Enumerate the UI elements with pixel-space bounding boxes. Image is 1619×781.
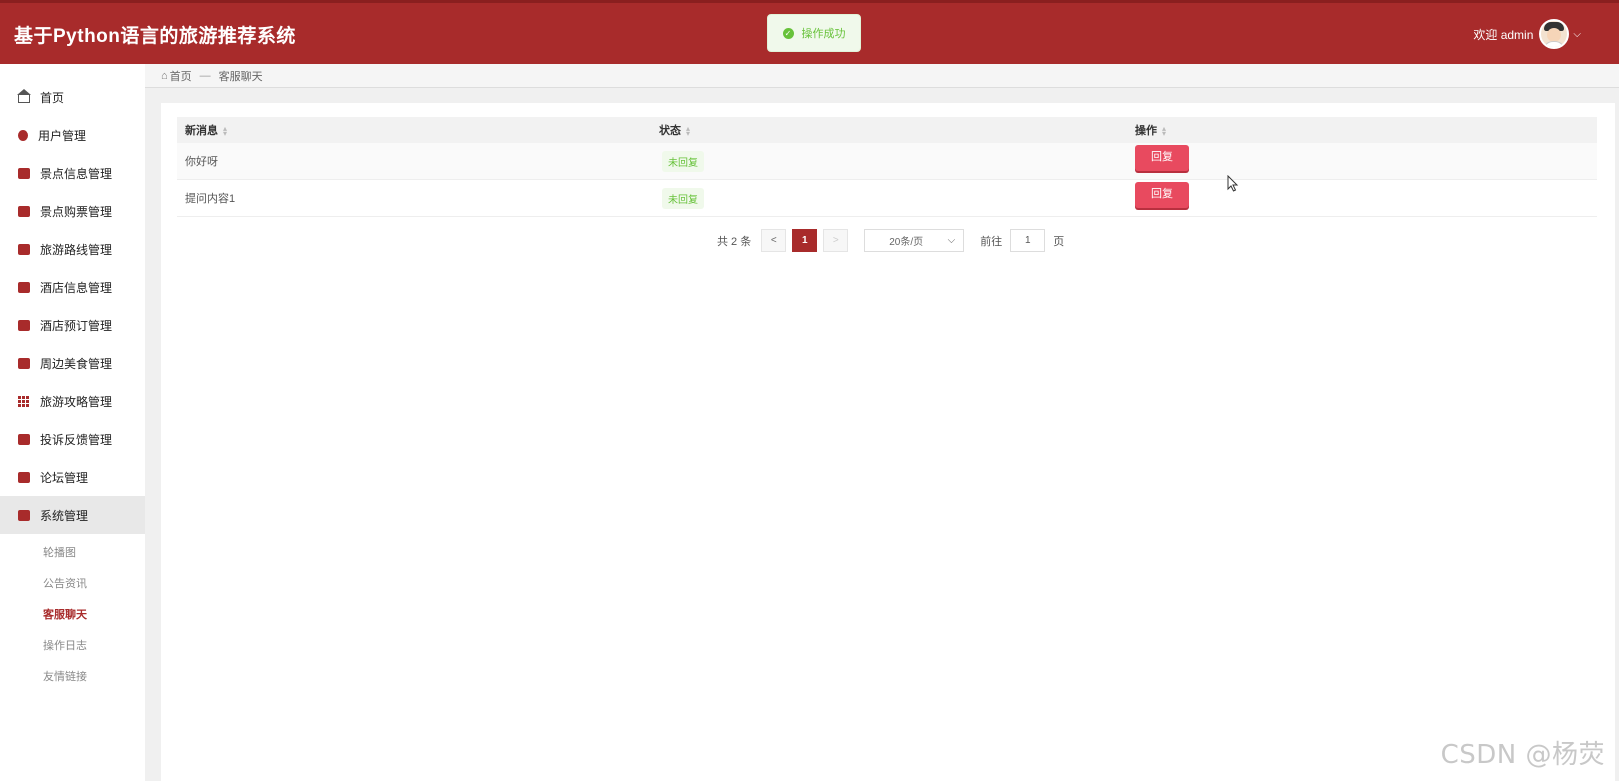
total-count: 共 2 条 bbox=[717, 235, 752, 248]
gift-icon bbox=[18, 243, 30, 255]
sidebar-item-food[interactable]: 周边美食管理 bbox=[0, 344, 145, 382]
list-icon bbox=[18, 319, 30, 331]
check-circle-icon: ✓ bbox=[782, 27, 794, 39]
submenu-item-links[interactable]: 友情链接 bbox=[0, 660, 145, 691]
app-title: 基于Python语言的旅游推荐系统 bbox=[14, 26, 296, 47]
submenu-item-logs[interactable]: 操作日志 bbox=[0, 629, 145, 660]
avatar[interactable] bbox=[1539, 19, 1570, 49]
sort-icon[interactable]: ▴ ▾ bbox=[1162, 125, 1166, 138]
sidebar-item-attractions[interactable]: 景点信息管理 bbox=[0, 154, 145, 192]
briefcase-icon bbox=[18, 471, 30, 483]
sort-icon[interactable]: ▴ ▾ bbox=[223, 125, 227, 138]
next-page-button[interactable]: > bbox=[823, 229, 849, 252]
sidebar-item-users[interactable]: 用户管理 bbox=[0, 116, 145, 154]
sidebar-item-tickets[interactable]: 景点购票管理 bbox=[0, 192, 145, 230]
watermark: CSDN @杨荧 bbox=[1440, 740, 1605, 770]
breadcrumb-current: 客服聊天 bbox=[218, 70, 263, 83]
pagination: 共 2 条 < 1 > 20条/页 ⌵ 前往 1 页 bbox=[717, 229, 1064, 252]
sort-icon[interactable]: ▴ ▾ bbox=[686, 125, 690, 138]
success-toast: ✓ 操作成功 bbox=[767, 14, 861, 52]
table-header: 新消息 ▴ ▾ 状态 ▴ ▾ 操作 ▴ ▾ bbox=[177, 117, 1597, 143]
table-row: 你好呀 未回复 回复 bbox=[177, 143, 1597, 180]
folder-icon bbox=[18, 167, 30, 179]
home-icon: ⌂ bbox=[161, 69, 168, 82]
sidebar-item-guides[interactable]: 旅游攻略管理 bbox=[0, 382, 145, 420]
sidebar-item-system[interactable]: 系统管理 bbox=[0, 496, 145, 534]
folder-icon bbox=[18, 357, 30, 369]
sidebar-item-feedback[interactable]: 投诉反馈管理 bbox=[0, 420, 145, 458]
action-cell: 回复 bbox=[1127, 182, 1189, 208]
prev-page-button[interactable]: < bbox=[761, 229, 787, 252]
chevron-down-icon[interactable]: ⌵ bbox=[1573, 29, 1581, 40]
goto-label: 前往 bbox=[980, 235, 1003, 248]
status-badge: 未回复 bbox=[662, 187, 704, 209]
briefcase-icon bbox=[18, 205, 30, 217]
welcome-text: 欢迎 admin bbox=[1473, 27, 1534, 42]
sidebar-item-home[interactable]: 首页 bbox=[0, 78, 145, 116]
breadcrumb: ⌂ 首页 — 客服聊天 bbox=[145, 64, 1619, 88]
breadcrumb-home[interactable]: 首页 bbox=[170, 68, 192, 84]
sidebar-item-hotels[interactable]: 酒店信息管理 bbox=[0, 268, 145, 306]
chevron-down-icon: ⌵ bbox=[947, 235, 956, 246]
grid-icon bbox=[18, 395, 30, 407]
submenu-item-carousel[interactable]: 轮播图 bbox=[0, 536, 145, 567]
sidebar: 首页 用户管理 景点信息管理 景点购票管理 旅游路线管理 酒店信息管理 酒店预订… bbox=[0, 64, 145, 781]
submenu-item-news[interactable]: 公告资讯 bbox=[0, 567, 145, 598]
column-header-status[interactable]: 状态 ▴ ▾ bbox=[652, 122, 1127, 138]
book-icon bbox=[18, 433, 30, 445]
sidebar-item-forum[interactable]: 论坛管理 bbox=[0, 458, 145, 496]
user-icon bbox=[18, 129, 28, 141]
status-cell: 未回复 bbox=[652, 187, 1127, 209]
message-cell: 你好呀 bbox=[185, 156, 218, 168]
message-cell: 提问内容1 bbox=[185, 193, 236, 205]
home-icon bbox=[17, 88, 31, 103]
page-number-button[interactable]: 1 bbox=[792, 229, 818, 252]
sidebar-item-hotel-booking[interactable]: 酒店预订管理 bbox=[0, 306, 145, 344]
column-header-message[interactable]: 新消息 ▴ ▾ bbox=[177, 122, 652, 138]
main-content: 新消息 ▴ ▾ 状态 ▴ ▾ 操作 ▴ ▾ 你好呀 未回复 回复 提问内容1 未回复 回复 … bbox=[161, 103, 1615, 781]
page-size-select[interactable]: 20条/页 ⌵ bbox=[864, 229, 965, 252]
table-row: 提问内容1 未回复 回复 bbox=[177, 180, 1597, 217]
briefcase-icon bbox=[18, 509, 30, 521]
column-header-action[interactable]: 操作 ▴ ▾ bbox=[1127, 122, 1166, 138]
reply-button[interactable]: 回复 bbox=[1135, 182, 1189, 208]
status-cell: 未回复 bbox=[652, 150, 1127, 172]
folder-icon bbox=[18, 281, 30, 293]
user-menu[interactable]: 欢迎 admin ⌵ bbox=[1473, 19, 1581, 49]
status-badge: 未回复 bbox=[662, 150, 704, 172]
sidebar-item-routes[interactable]: 旅游路线管理 bbox=[0, 230, 145, 268]
action-cell: 回复 bbox=[1127, 145, 1189, 171]
chat-table: 新消息 ▴ ▾ 状态 ▴ ▾ 操作 ▴ ▾ 你好呀 未回复 回复 提问内容1 未回复 回复 bbox=[177, 117, 1597, 217]
submenu-item-chat[interactable]: 客服聊天 bbox=[0, 598, 145, 629]
goto-page-input[interactable]: 1 bbox=[1010, 229, 1046, 252]
breadcrumb-separator: — bbox=[199, 69, 211, 82]
mouse-cursor-icon bbox=[1227, 175, 1239, 192]
toast-message: 操作成功 bbox=[801, 28, 846, 40]
reply-button[interactable]: 回复 bbox=[1135, 145, 1189, 171]
page-unit-label: 页 bbox=[1053, 235, 1065, 248]
